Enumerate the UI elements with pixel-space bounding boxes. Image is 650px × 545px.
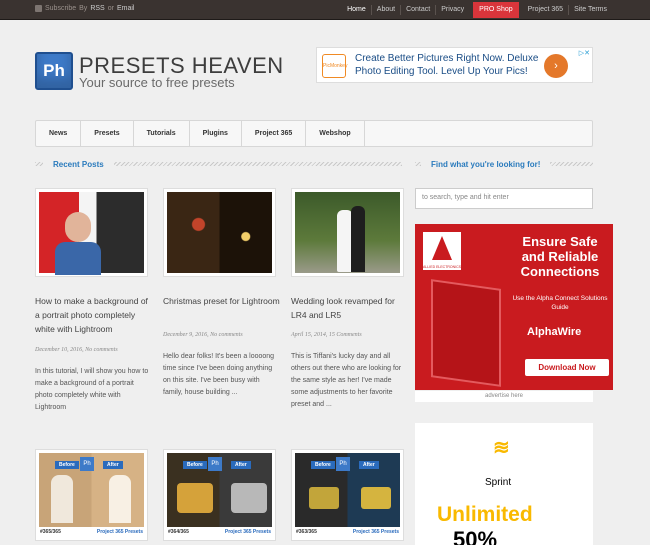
post-thumbnail[interactable]	[163, 188, 276, 277]
alphawire-logo: AlphaWire	[527, 326, 582, 338]
advertise-here-link[interactable]: advertise here	[415, 391, 593, 402]
by-label: By	[79, 5, 88, 12]
rss-link[interactable]: RSS	[90, 5, 104, 12]
post-date: April 15, 2014, 15 Comments	[291, 332, 362, 338]
nav-presets[interactable]: Presets	[81, 121, 134, 146]
post-excerpt: Hello dear folks! It's been a loooong ti…	[163, 353, 275, 396]
ad-line-1: Create Better Pictures Right Now. Deluxe	[355, 53, 539, 64]
project-tag: Project 365 Presets	[224, 529, 271, 535]
nav-tutorials[interactable]: Tutorials	[134, 121, 190, 146]
sprint-brand: Sprint	[485, 477, 512, 488]
ph-logo-icon: Ph	[80, 457, 94, 471]
or-label: or	[107, 5, 114, 12]
post-excerpt: This is Tiffani's lucky day and all othe…	[291, 353, 402, 408]
post-title[interactable]: Christmas preset for Lightroom	[163, 294, 280, 308]
top-bar: Subscribe By RSS or Email Home About Con…	[0, 0, 650, 20]
project-tag: Project 365 Presets	[96, 529, 143, 535]
project-number: #365/365	[40, 529, 61, 535]
project-thumbnail[interactable]: Before Ph After #365/365 Project 365 Pre…	[35, 449, 148, 541]
post-title[interactable]: How to make a background of a portrait p…	[35, 294, 152, 336]
banner-ad[interactable]: PicMonkey Create Better Pictures Right N…	[316, 47, 593, 83]
project-thumbnail[interactable]: Before Ph After #363/365 Project 365 Pre…	[291, 449, 404, 541]
post-thumbnail[interactable]	[35, 188, 148, 277]
sprint-logo-icon: ≋	[493, 437, 510, 459]
nav-project-365[interactable]: Project 365	[523, 5, 568, 15]
adchoices-icon[interactable]: ▷✕	[579, 49, 590, 57]
after-label: After	[359, 461, 379, 469]
catalog-image	[431, 279, 501, 387]
alphawire-ad[interactable]: ALLIED ELECTRONICS Ensure Safe and Relia…	[415, 224, 613, 390]
ad-line-2: Photo Editing Tool. Level Up Your Pics!	[355, 66, 528, 77]
nav-project-365-main[interactable]: Project 365	[242, 121, 307, 146]
post-title[interactable]: Wedding look revamped for LR4 and LR5	[291, 294, 408, 322]
recent-posts-heading: Recent Posts	[35, 159, 402, 169]
project-number: #363/365	[296, 529, 317, 535]
nav-privacy[interactable]: Privacy	[435, 5, 469, 15]
recent-posts-title: Recent Posts	[43, 159, 114, 169]
ad-arrow-icon[interactable]: ›	[544, 54, 568, 78]
project-number: #364/365	[168, 529, 189, 535]
post-date: December 9, 2016, No comments	[163, 332, 243, 338]
sprint-ad[interactable]: ≋ Sprint Unlimited 50%	[415, 423, 593, 545]
before-label: Before	[311, 461, 335, 469]
nav-news[interactable]: News	[36, 121, 82, 146]
subscribe-line: Subscribe By RSS or Email	[35, 5, 134, 12]
nav-plugins[interactable]: Plugins	[190, 121, 242, 146]
nav-about[interactable]: About	[370, 5, 400, 15]
alpha-headline: Ensure Safe and Reliable Connections	[520, 234, 600, 279]
search-input[interactable]: to search, type and hit enter	[415, 188, 593, 209]
subscribe-label: Subscribe	[45, 5, 77, 12]
before-label: Before	[55, 461, 79, 469]
project-tag: Project 365 Presets	[352, 529, 399, 535]
after-label: After	[231, 461, 251, 469]
nav-site-terms[interactable]: Site Terms	[568, 5, 612, 15]
project-thumbnail[interactable]: Before Ph After #364/365 Project 365 Pre…	[163, 449, 276, 541]
pro-shop-button[interactable]: PRO Shop	[473, 2, 519, 18]
sprint-unlimited: Unlimited	[437, 503, 533, 526]
find-heading: Find what you're looking for!	[415, 159, 593, 169]
nav-home[interactable]: Home	[342, 5, 371, 15]
post-date: December 10, 2016, No comments	[35, 347, 118, 353]
allied-logo-icon: ALLIED ELECTRONICS	[423, 232, 461, 270]
before-label: Before	[183, 461, 207, 469]
rss-icon	[35, 5, 42, 12]
find-title: Find what you're looking for!	[421, 159, 551, 169]
ph-logo-icon: Ph	[336, 457, 350, 471]
post-excerpt: In this tutorial, I will show you how to…	[35, 368, 149, 411]
email-link[interactable]: Email	[117, 5, 135, 12]
ad-text[interactable]: Create Better Pictures Right Now. Deluxe…	[355, 52, 538, 78]
post-thumbnail[interactable]	[291, 188, 404, 277]
main-nav: News Presets Tutorials Plugins Project 3…	[35, 120, 593, 147]
picmonkey-logo-icon: PicMonkey	[322, 54, 347, 78]
top-nav: Home About Contact Privacy PRO Shop Proj…	[342, 0, 612, 20]
alpha-subtext: Use the Alpha Connect Solutions Guide	[512, 295, 608, 311]
site-tagline: Your source to free presets	[79, 75, 235, 90]
download-now-button[interactable]: Download Now	[525, 359, 609, 376]
nav-contact[interactable]: Contact	[400, 5, 435, 15]
site-logo-icon[interactable]: Ph	[35, 52, 73, 90]
after-label: After	[103, 461, 123, 469]
ph-logo-icon: Ph	[208, 457, 222, 471]
sprint-percent: 50%	[453, 527, 498, 545]
nav-webshop[interactable]: Webshop	[306, 121, 365, 146]
